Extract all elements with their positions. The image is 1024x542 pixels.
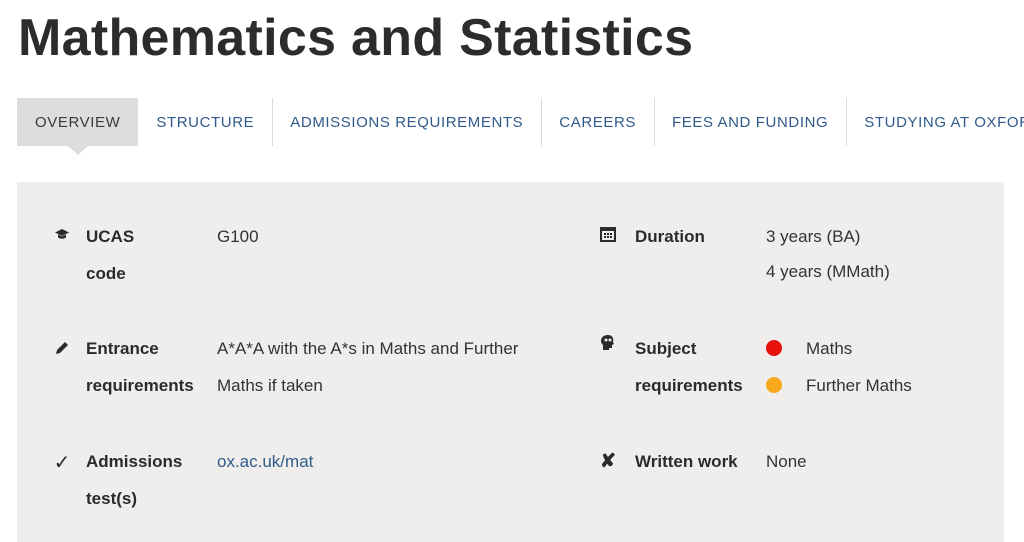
tab-studying-at-oxford[interactable]: STUDYING AT OXFORD: [846, 98, 1024, 146]
entrance-requirements-label-line1: Entrance: [86, 339, 159, 358]
course-facts-panel: UCAS code G100 Entrance requirements A*A…: [17, 182, 1004, 542]
essential-dot-icon: [766, 339, 782, 356]
subject-requirement-item: Maths: [766, 330, 852, 367]
subject-requirements-label-line1: Subject: [635, 339, 697, 358]
subject-requirements-label-line2: requirements: [635, 376, 743, 395]
page-title: Mathematics and Statistics: [18, 9, 694, 67]
admissions-test-label-line2: test(s): [86, 489, 138, 508]
tab-overview[interactable]: OVERVIEW: [17, 98, 139, 155]
check-icon: ✓: [53, 452, 71, 474]
entrance-requirements-value-line2: Maths if taken: [217, 376, 323, 395]
duration-value-line1: 3 years (BA): [766, 227, 861, 246]
pencil-icon: [51, 340, 73, 361]
calendar-icon: [597, 226, 619, 247]
head-icon: [597, 334, 619, 357]
ucas-code-label: UCAS code: [86, 227, 135, 283]
subject-requirement-item: Further Maths: [766, 367, 912, 404]
written-work-value: None: [766, 452, 807, 471]
written-work-label: Written work: [635, 452, 738, 471]
duration-value-line2: 4 years (MMath): [766, 262, 890, 281]
admissions-test-link[interactable]: ox.ac.uk/mat: [217, 443, 313, 480]
tab-fees-and-funding[interactable]: FEES AND FUNDING: [654, 98, 846, 146]
graduation-cap-icon: [51, 227, 73, 245]
admissions-test-label-line1: Admissions: [86, 452, 183, 471]
recommended-dot-icon: [766, 376, 782, 393]
tab-careers[interactable]: CAREERS: [541, 98, 654, 146]
subject-requirement-name: Further Maths: [806, 376, 912, 395]
course-tabs: OVERVIEW STRUCTURE ADMISSIONS REQUIREMEN…: [17, 98, 1024, 155]
duration-label: Duration: [635, 227, 705, 246]
subject-requirement-name: Maths: [806, 339, 853, 358]
entrance-requirements-value-line1: A*A*A with the A*s in Maths and Further: [217, 339, 519, 358]
tab-structure[interactable]: STRUCTURE: [138, 98, 272, 146]
cross-icon: ✘: [600, 451, 616, 472]
ucas-code-value: G100: [217, 227, 259, 246]
entrance-requirements-label-line2: requirements: [86, 376, 194, 395]
tab-admissions-requirements[interactable]: ADMISSIONS REQUIREMENTS: [272, 98, 541, 146]
